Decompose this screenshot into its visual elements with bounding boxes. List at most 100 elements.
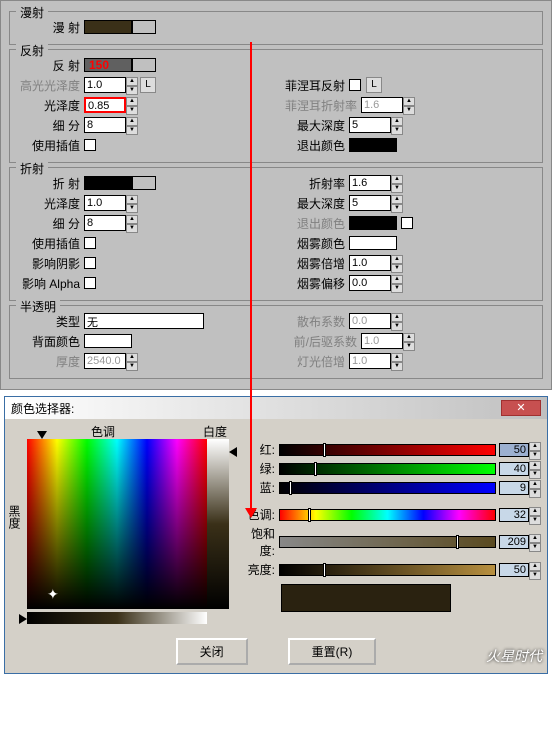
titlebar[interactable]: 颜色选择器: ✕ bbox=[5, 397, 547, 419]
fog-mult-spinner[interactable]: ▲▼ bbox=[391, 255, 403, 271]
refract-map-slot[interactable] bbox=[132, 176, 156, 190]
trans-thick-label: 厚度 bbox=[16, 353, 84, 370]
refl-gloss-spinner[interactable]: ▲▼ bbox=[126, 97, 138, 113]
refr-interp-label: 使用插值 bbox=[16, 235, 84, 252]
reflect-title: 反射 bbox=[16, 42, 48, 59]
trans-scatter-input[interactable]: 0.0 bbox=[349, 313, 391, 329]
fog-color-label: 烟雾颜色 bbox=[281, 235, 349, 252]
refl-maxd-input[interactable]: 5 bbox=[349, 117, 391, 133]
translucency-title: 半透明 bbox=[16, 298, 60, 315]
white-axis-label: 白度 bbox=[203, 423, 227, 440]
trans-type-select[interactable]: 无 bbox=[84, 313, 204, 329]
hilight-gloss-spinner[interactable]: ▲▼ bbox=[126, 77, 138, 93]
fresnel-lock-button[interactable]: L bbox=[366, 77, 382, 93]
r-spinner[interactable]: ▲▼ bbox=[529, 442, 541, 458]
refl-exit-label: 退出颜色 bbox=[281, 137, 349, 154]
fog-bias-input[interactable]: 0.0 bbox=[349, 275, 391, 291]
refr-ior-spinner[interactable]: ▲▼ bbox=[391, 175, 403, 191]
trans-fb-input[interactable]: 1.0 bbox=[361, 333, 403, 349]
s-slider[interactable] bbox=[279, 536, 496, 548]
v-slider[interactable] bbox=[279, 564, 496, 576]
hilight-lock-button[interactable]: L bbox=[140, 77, 156, 93]
s-spinner[interactable]: ▲▼ bbox=[529, 534, 541, 550]
v-spinner[interactable]: ▲▼ bbox=[529, 562, 541, 578]
refr-exit-swatch[interactable] bbox=[349, 216, 397, 230]
reset-button[interactable]: 重置(R) bbox=[288, 638, 377, 665]
refr-shadows-checkbox[interactable] bbox=[84, 257, 96, 269]
r-input[interactable]: 50 bbox=[499, 443, 529, 457]
fog-mult-label: 烟雾倍增 bbox=[281, 255, 349, 272]
trans-back-swatch[interactable] bbox=[84, 334, 132, 348]
b-spinner[interactable]: ▲▼ bbox=[529, 480, 541, 496]
diffuse-label: 漫 射 bbox=[16, 19, 84, 36]
trans-scatter-spinner[interactable]: ▲▼ bbox=[391, 313, 403, 329]
r-slider[interactable] bbox=[279, 444, 496, 456]
v-label: 亮度: bbox=[237, 561, 279, 578]
refr-interp-checkbox[interactable] bbox=[84, 237, 96, 249]
refl-exit-swatch[interactable] bbox=[349, 138, 397, 152]
fresnel-ior-input[interactable]: 1.6 bbox=[361, 97, 403, 113]
refr-maxd-label: 最大深度 bbox=[281, 195, 349, 212]
b-input[interactable]: 9 bbox=[499, 481, 529, 495]
trans-fb-spinner[interactable]: ▲▼ bbox=[403, 333, 415, 349]
blackness-marker-icon bbox=[19, 614, 27, 624]
refr-subdiv-input[interactable]: 8 bbox=[84, 215, 126, 231]
close-icon[interactable]: ✕ bbox=[501, 400, 541, 416]
color-preview bbox=[281, 584, 451, 612]
refr-exit-checkbox[interactable] bbox=[401, 217, 413, 229]
s-input[interactable]: 209 bbox=[499, 535, 529, 549]
trans-light-label: 灯光倍增 bbox=[281, 353, 349, 370]
blackness-strip[interactable] bbox=[27, 612, 207, 624]
hilight-gloss-input[interactable]: 1.0 bbox=[84, 77, 126, 93]
fog-color-swatch[interactable] bbox=[349, 236, 397, 250]
refl-maxd-spinner[interactable]: ▲▼ bbox=[391, 117, 403, 133]
dialog-title: 颜色选择器: bbox=[11, 400, 74, 417]
refr-gloss-spinner[interactable]: ▲▼ bbox=[126, 195, 138, 211]
refl-subdiv-input[interactable]: 8 bbox=[84, 117, 126, 133]
trans-scatter-label: 散布系数 bbox=[281, 313, 349, 330]
whiteness-marker-icon bbox=[229, 447, 237, 457]
diffuse-swatch[interactable] bbox=[84, 20, 132, 34]
whiteness-strip[interactable] bbox=[207, 439, 229, 609]
trans-thick-spinner[interactable]: ▲▼ bbox=[126, 353, 138, 369]
g-label: 绿: bbox=[237, 460, 279, 477]
refr-ior-label: 折射率 bbox=[281, 175, 349, 192]
refract-label: 折 射 bbox=[16, 175, 84, 192]
fresnel-checkbox[interactable] bbox=[349, 79, 361, 91]
g-slider[interactable] bbox=[279, 463, 496, 475]
diffuse-map-slot[interactable] bbox=[132, 20, 156, 34]
r-label: 红: bbox=[237, 441, 279, 458]
h-spinner[interactable]: ▲▼ bbox=[529, 507, 541, 523]
refl-interp-label: 使用插值 bbox=[16, 137, 84, 154]
trans-thick-input[interactable]: 2540.0 bbox=[84, 353, 126, 369]
h-slider[interactable] bbox=[279, 509, 496, 521]
fog-mult-input[interactable]: 1.0 bbox=[349, 255, 391, 271]
s-label: 饱和度: bbox=[237, 525, 279, 559]
fresnel-ior-spinner[interactable]: ▲▼ bbox=[403, 97, 415, 113]
close-button[interactable]: 关闭 bbox=[176, 638, 248, 665]
refr-gloss-input[interactable]: 1.0 bbox=[84, 195, 126, 211]
refr-maxd-input[interactable]: 5 bbox=[349, 195, 391, 211]
refr-maxd-spinner[interactable]: ▲▼ bbox=[391, 195, 403, 211]
refl-interp-checkbox[interactable] bbox=[84, 139, 96, 151]
trans-light-input[interactable]: 1.0 bbox=[349, 353, 391, 369]
h-input[interactable]: 32 bbox=[499, 508, 529, 522]
refr-subdiv-spinner[interactable]: ▲▼ bbox=[126, 215, 138, 231]
hue-field[interactable]: ✦ bbox=[27, 439, 207, 609]
refl-subdiv-spinner[interactable]: ▲▼ bbox=[126, 117, 138, 133]
reflect-swatch[interactable]: 150 bbox=[84, 58, 132, 72]
reflect-map-slot[interactable] bbox=[132, 58, 156, 72]
g-spinner[interactable]: ▲▼ bbox=[529, 461, 541, 477]
fog-bias-spinner[interactable]: ▲▼ bbox=[391, 275, 403, 291]
hue-whiteness-area: 色调 白度 黑度 ✦ bbox=[11, 425, 229, 624]
h-label: 色调: bbox=[237, 506, 279, 523]
trans-light-spinner[interactable]: ▲▼ bbox=[391, 353, 403, 369]
refl-gloss-input[interactable]: 0.85 bbox=[84, 97, 126, 113]
refr-alpha-checkbox[interactable] bbox=[84, 277, 96, 289]
refr-ior-input[interactable]: 1.6 bbox=[349, 175, 391, 191]
b-slider[interactable] bbox=[279, 482, 496, 494]
v-input[interactable]: 50 bbox=[499, 563, 529, 577]
g-input[interactable]: 40 bbox=[499, 462, 529, 476]
refl-maxd-label: 最大深度 bbox=[281, 117, 349, 134]
refract-swatch[interactable] bbox=[84, 176, 132, 190]
